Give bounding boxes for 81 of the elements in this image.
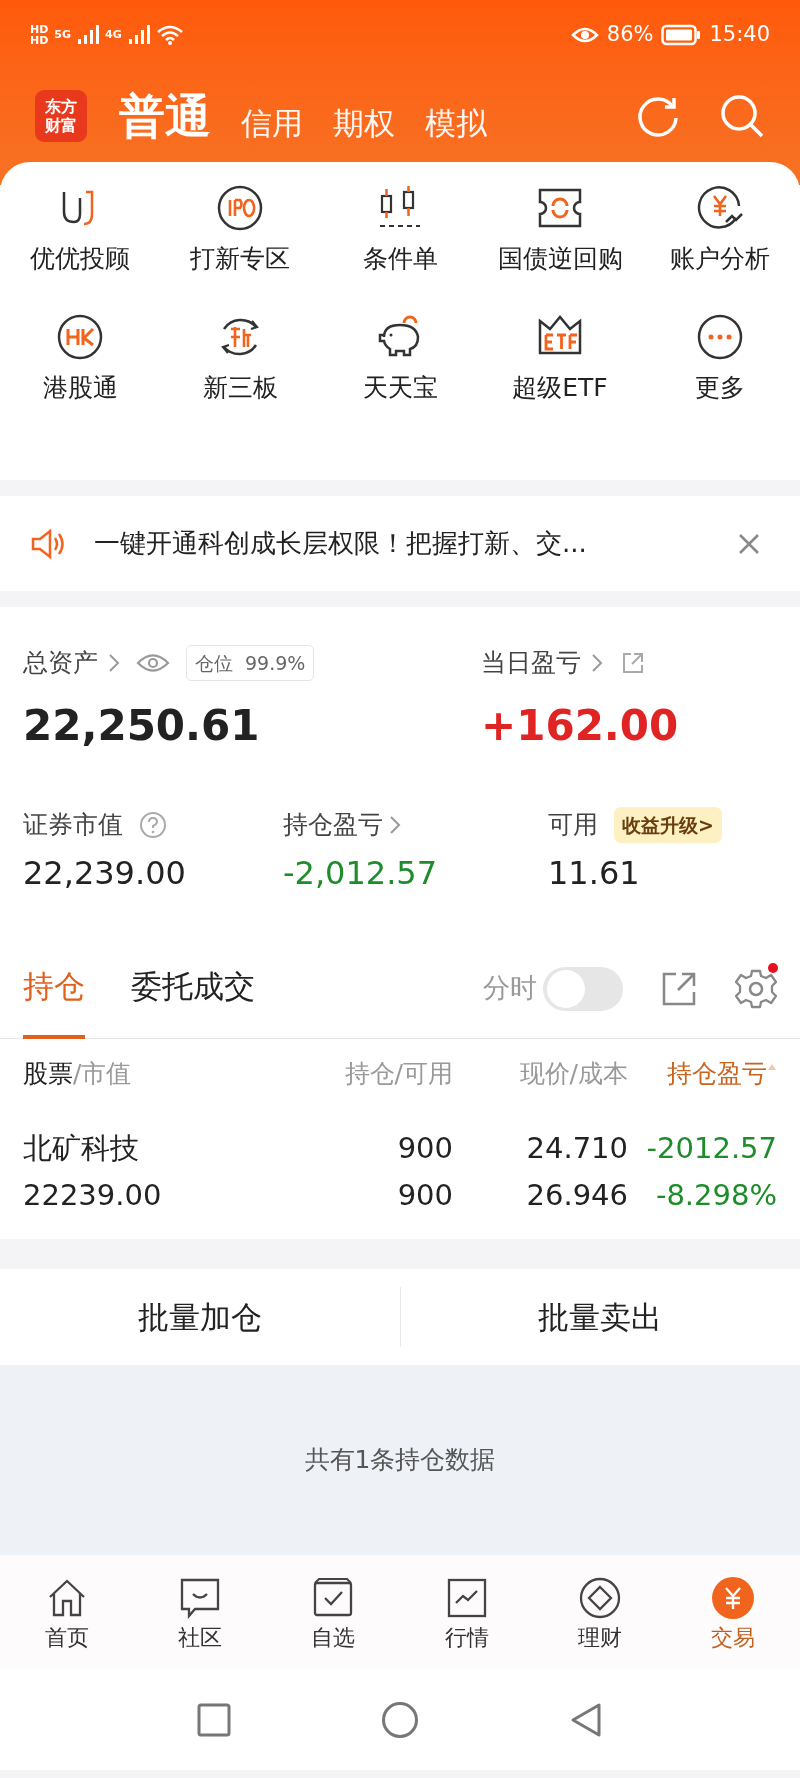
toggle-switch[interactable]	[543, 966, 623, 1011]
chat-bubble-icon	[179, 1576, 221, 1619]
checkbox-icon	[312, 1576, 355, 1619]
ipo-icon	[216, 184, 264, 232]
clock: 15:40	[709, 21, 770, 49]
holdings-tab[interactable]: 持仓	[23, 938, 85, 1039]
feature-item[interactable]: 新三板	[160, 313, 320, 400]
feature-item[interactable]: 国债逆回购	[480, 184, 640, 271]
feature-item[interactable]: 更多	[640, 313, 800, 400]
summary-text: 共有1条持仓数据	[304, 1444, 496, 1477]
chevron-icon	[591, 653, 603, 673]
toggle-label: 分时	[483, 971, 537, 1006]
daily-pl-value: +162.00	[481, 705, 679, 747]
chevron-icon	[389, 815, 401, 835]
nav-tab[interactable]: 首页	[0, 1576, 134, 1649]
holding-row[interactable]: 北矿科技 22239.00 900 900 24.710 26.946 -2012.57 -8.298%	[0, 1109, 800, 1239]
feature-item[interactable]: 天天宝	[320, 313, 480, 400]
table-cell-text: 900	[397, 1130, 453, 1167]
wifi-icon	[155, 25, 184, 45]
table-cell-text: -8.298%	[655, 1177, 777, 1214]
settings-icon	[735, 967, 777, 1010]
feature-item[interactable]: 港股通	[0, 313, 160, 400]
external-link-icon	[621, 651, 645, 675]
nav-tab[interactable]: 自选	[266, 1576, 400, 1649]
help-icon	[139, 811, 167, 839]
status-text: 5G	[54, 26, 72, 43]
close-icon	[738, 532, 760, 555]
external-link-icon	[661, 970, 697, 1007]
upgrade-badge[interactable]: 收益升级>	[614, 806, 722, 844]
table-cell-text: -2012.57	[646, 1130, 777, 1167]
chevron-icon	[108, 653, 120, 673]
feature-item[interactable]: 优优投顾	[0, 184, 160, 271]
column-header[interactable]: 股票/市值	[23, 1055, 132, 1093]
table-cell-text: 26.946	[526, 1177, 628, 1214]
app-logo: 东方 财富	[35, 90, 87, 142]
batch-button[interactable]: 批量加仓	[0, 1269, 400, 1365]
holdings-tab[interactable]: 委托成交	[131, 938, 255, 1039]
square-nav-icon	[197, 1703, 231, 1737]
eye-icon	[136, 652, 170, 674]
search-icon	[719, 93, 765, 139]
position-badge: 仓位 99.9%	[186, 644, 315, 682]
eye-icon	[570, 25, 599, 45]
stat-label: 持仓盈亏	[283, 809, 383, 842]
nav-tab[interactable]: 交易	[666, 1576, 800, 1649]
table-cell-text: 24.710	[526, 1130, 628, 1167]
hk-icon	[56, 313, 104, 361]
status-text: HD	[30, 24, 49, 35]
circle-nav-icon	[381, 1701, 419, 1739]
yen-icon	[712, 1576, 755, 1619]
daily-pl-label[interactable]: 当日盈亏	[481, 644, 581, 682]
feature-item[interactable]: 超级ETF	[480, 313, 640, 400]
line-chart-icon	[445, 1576, 488, 1619]
column-header[interactable]: 持仓盈亏	[667, 1055, 767, 1093]
total-assets-value: 22,250.61	[23, 705, 261, 747]
stat-value: 22,239.00	[23, 857, 187, 889]
status-text: 4G	[105, 26, 122, 43]
status-text: HD	[30, 35, 49, 46]
table-cell-text: 900	[397, 1177, 453, 1214]
nav-tab[interactable]: 理财	[533, 1576, 667, 1649]
feature-item[interactable]: 打新专区	[160, 184, 320, 271]
sort-arrow-icon	[767, 1063, 777, 1072]
nav-tab[interactable]: 行情	[400, 1576, 534, 1649]
stock-name: 北矿科技	[23, 1130, 140, 1167]
feature-item[interactable]: 条件单	[320, 184, 480, 271]
stat-label: 证券市值	[23, 809, 123, 842]
batch-button[interactable]: 批量卖出	[400, 1269, 800, 1365]
back-nav-icon	[569, 1702, 603, 1738]
stat-value: 11.61	[548, 857, 641, 889]
stat-value: -2,012.57	[283, 857, 439, 889]
battery-icon	[661, 24, 702, 46]
signal-icon	[127, 25, 150, 45]
yen-icon	[696, 184, 744, 232]
signal-icon	[77, 25, 100, 45]
total-assets-label[interactable]: 总资产	[23, 644, 98, 682]
more-icon	[696, 313, 744, 361]
table-cell-text: 22239.00	[23, 1177, 163, 1214]
speaker-icon	[30, 527, 66, 560]
battery-percent: 86%	[606, 21, 654, 49]
feature-item[interactable]: 账户分析	[640, 184, 800, 271]
nav-tab[interactable]: 社区	[133, 1576, 267, 1649]
stat-label: 可用	[548, 809, 598, 842]
